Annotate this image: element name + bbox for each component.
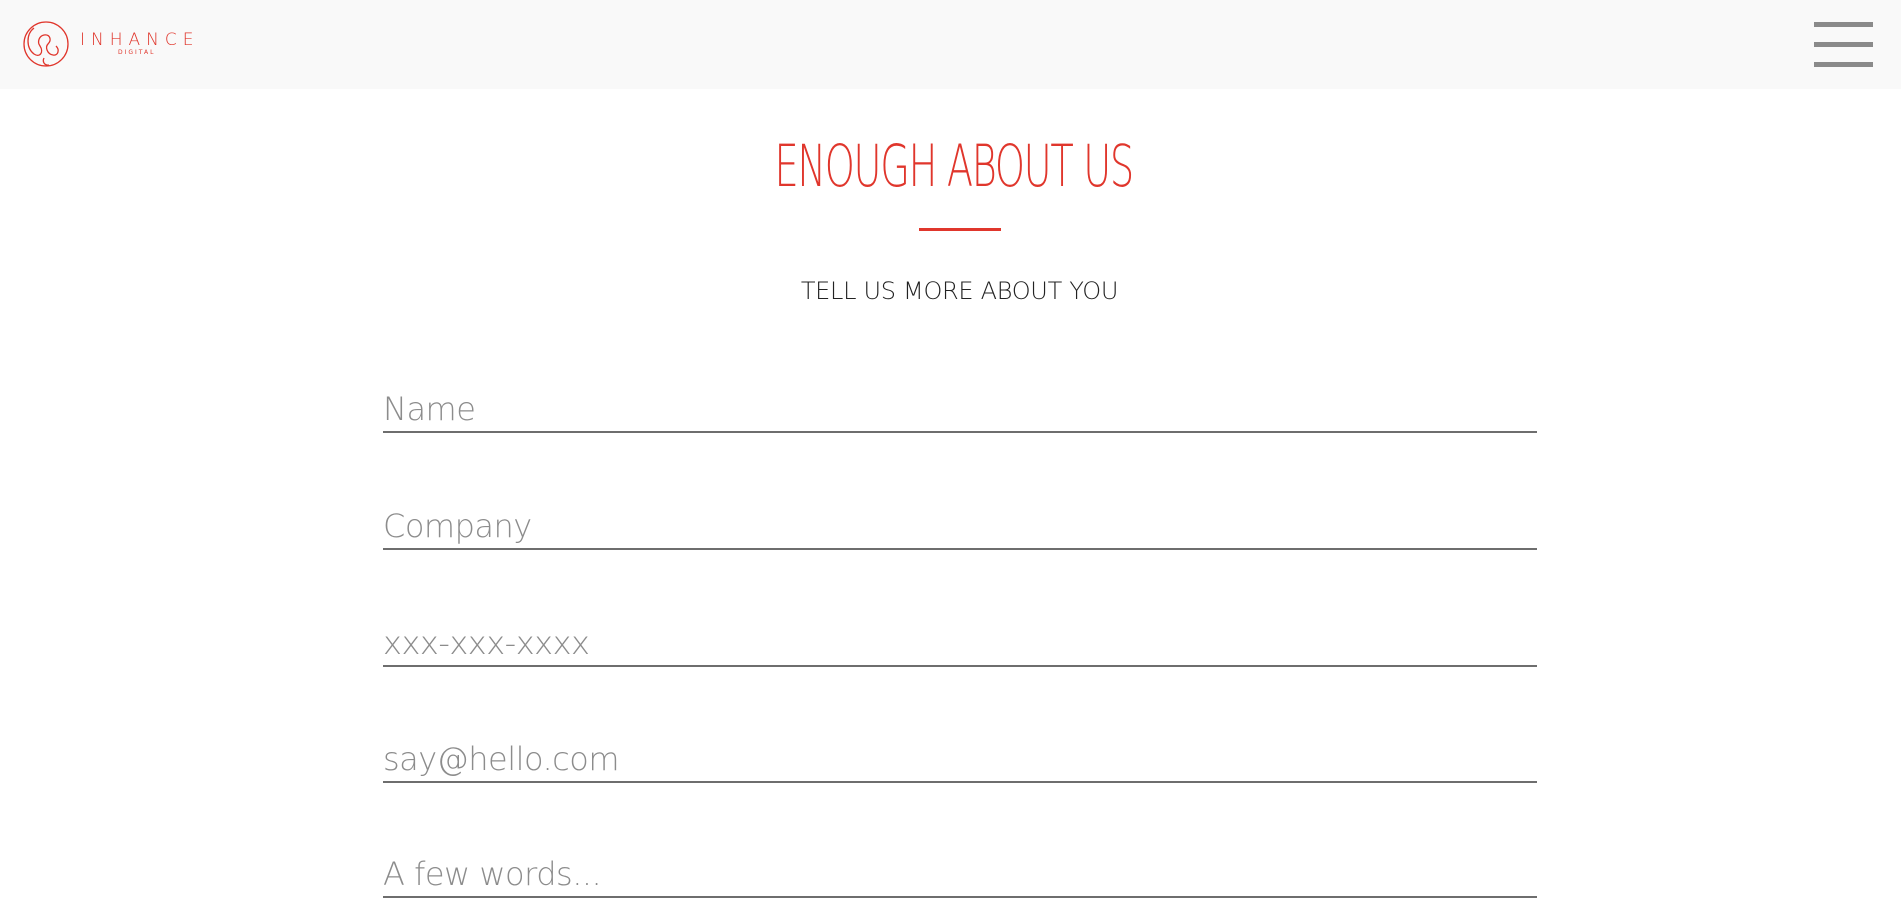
page-title: ENOUGH ABOUT US [774,132,1135,200]
title-divider [919,228,1001,231]
page-subtitle: TELL US MORE ABOUT YOU [800,277,1119,305]
logo-subtitle: DIGITAL [118,49,156,56]
company-field[interactable] [383,504,1537,550]
phone-field[interactable] [383,621,1537,667]
email-field[interactable] [383,737,1537,783]
site-header: INHANCE DIGITAL [0,0,1901,89]
name-field[interactable] [383,387,1537,433]
message-field[interactable] [383,852,1537,898]
logo-text: INHANCE DIGITAL [74,31,199,57]
logo-name: INHANCE [80,30,200,50]
menu-button[interactable] [1814,22,1874,68]
inhance-logo-icon [23,21,69,67]
inhance-logo[interactable]: INHANCE DIGITAL [20,18,199,70]
